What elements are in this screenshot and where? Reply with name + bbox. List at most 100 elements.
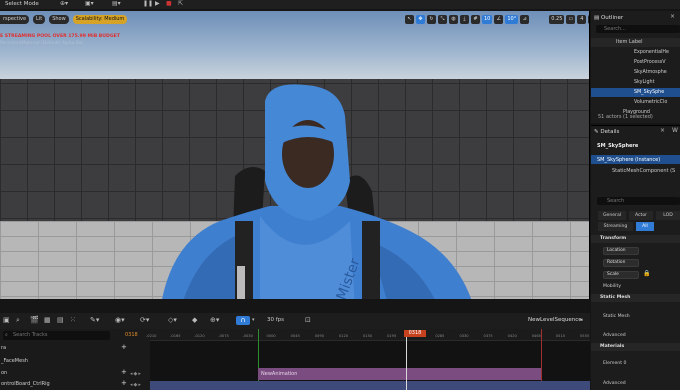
tick-label: 0150 bbox=[363, 334, 373, 338]
track-row[interactable]: ra bbox=[0, 343, 150, 354]
key-nav-icon[interactable]: ◂◆▸ bbox=[130, 371, 142, 377]
animation-section[interactable]: NewAnimation bbox=[258, 368, 541, 380]
cinematics-icon[interactable]: ▤▾ bbox=[112, 0, 121, 8]
scale-dropdown[interactable]: Scale bbox=[603, 271, 639, 279]
auto-key-icon[interactable]: ⊕▾ bbox=[210, 316, 219, 325]
surface-snap-icon[interactable]: ⤓ bbox=[460, 14, 469, 24]
key-icon[interactable]: ◇▾ bbox=[168, 316, 177, 325]
current-frame[interactable]: 0318 bbox=[125, 332, 138, 338]
rotate-icon[interactable]: ↻ bbox=[427, 14, 436, 24]
category-general[interactable]: General bbox=[598, 211, 626, 220]
outliner-item[interactable]: SM_SkySphe bbox=[591, 88, 680, 97]
rotation-dropdown[interactable]: Rotation bbox=[603, 259, 639, 267]
lit-button[interactable]: Lit bbox=[33, 14, 46, 24]
add-track-icon[interactable]: + bbox=[121, 343, 127, 351]
close-icon[interactable]: × bbox=[670, 13, 675, 20]
details-tab[interactable]: ✎ Details bbox=[594, 127, 619, 137]
materials-section[interactable]: Materials bbox=[591, 343, 680, 351]
advanced-toggle[interactable]: Advanced bbox=[603, 333, 626, 338]
control-rig-section[interactable] bbox=[150, 381, 590, 390]
world-icon[interactable]: ◍ bbox=[449, 14, 458, 24]
clapper-icon[interactable]: 🎬 bbox=[30, 316, 39, 325]
save-icon[interactable]: ▣ bbox=[3, 316, 10, 325]
instance-label: SM_SkySphere (Instance) bbox=[597, 157, 661, 163]
show-button[interactable]: Show bbox=[49, 14, 69, 24]
component-label[interactable]: StaticMeshComponent (S bbox=[612, 168, 675, 174]
playback-icon[interactable]: ⟳▾ bbox=[140, 316, 149, 325]
scale-size-value[interactable]: 0.25 bbox=[549, 14, 565, 24]
track-row[interactable]: _FaceMesh bbox=[0, 356, 150, 367]
perspective-button[interactable]: rspective bbox=[0, 14, 30, 24]
grid-size-value[interactable]: 10 bbox=[482, 14, 493, 24]
category-all[interactable]: All bbox=[636, 222, 654, 231]
add-key-icon[interactable]: ◆ bbox=[192, 316, 197, 325]
render-icon[interactable]: ▦ bbox=[44, 316, 51, 325]
playhead-line[interactable] bbox=[406, 337, 407, 390]
outliner-tab[interactable]: ▤ Outliner bbox=[594, 13, 623, 23]
camera-icon[interactable]: ▤ bbox=[57, 316, 64, 325]
actor-name[interactable]: SM_SkySphere bbox=[597, 143, 638, 149]
fps-dropdown[interactable]: 30 fps bbox=[267, 316, 284, 325]
location-dropdown[interactable]: Location bbox=[603, 247, 639, 255]
view-icon[interactable]: ◉▾ bbox=[115, 316, 125, 325]
seq-options-icon[interactable]: ◂ bbox=[580, 316, 583, 325]
snap-icon[interactable]: ∩ bbox=[236, 316, 250, 325]
key-nav-icon[interactable]: ◂◆▸ bbox=[130, 382, 142, 388]
settings-icon[interactable]: ⊡ bbox=[305, 316, 311, 325]
track-row[interactable]: ontrolBoard_CtrlRig bbox=[0, 379, 150, 390]
mobility-label: Mobility bbox=[603, 284, 622, 289]
blueprint-icon[interactable]: ▣▾ bbox=[85, 0, 94, 8]
angle-snap-icon[interactable]: ∠ bbox=[494, 14, 504, 24]
track-search-input[interactable]: Search Tracks bbox=[3, 331, 110, 340]
category-streaming[interactable]: Streaming bbox=[598, 222, 633, 231]
track-row[interactable]: on bbox=[0, 368, 150, 379]
transform-section[interactable]: Transform bbox=[591, 235, 680, 243]
tick-label: 0330 bbox=[459, 334, 469, 338]
outliner-item[interactable]: VolumetricClo bbox=[591, 98, 680, 107]
play-icon[interactable]: ▶ bbox=[155, 0, 160, 8]
category-lod[interactable]: LOD bbox=[656, 211, 680, 220]
category-actor[interactable]: Actor bbox=[629, 211, 653, 220]
close-icon[interactable]: × bbox=[660, 127, 665, 134]
eject-icon[interactable]: ⇱ bbox=[178, 0, 183, 8]
tick-label: -0030 bbox=[242, 334, 253, 338]
tick-label: -0165 bbox=[170, 334, 181, 338]
pause-icon[interactable]: ❚❚ bbox=[143, 0, 153, 8]
outliner-item[interactable]: PostProcessV bbox=[591, 58, 680, 67]
snap-dropdown-icon[interactable]: ▾ bbox=[252, 316, 255, 325]
outliner-column-header[interactable]: Item Label bbox=[591, 38, 680, 47]
outliner-item[interactable]: SkyLight bbox=[591, 78, 680, 87]
scalability-button[interactable]: Scalability: Medium bbox=[72, 14, 128, 24]
translate-icon[interactable]: ✥ bbox=[416, 14, 425, 24]
outliner-item[interactable]: ExponentialHe bbox=[591, 48, 680, 57]
level-viewport[interactable]: Mister rspective Lit Show Scalability: M… bbox=[0, 11, 590, 299]
scale-snap-icon[interactable]: ⊿ bbox=[520, 14, 530, 24]
lock-icon[interactable]: 🔒 bbox=[643, 270, 650, 277]
details-search-input[interactable]: Search bbox=[597, 197, 680, 205]
outliner-item[interactable]: SkyAtmosphe bbox=[591, 68, 680, 77]
angle-size-value[interactable]: 10° bbox=[505, 14, 519, 24]
find-icon[interactable]: ⌕ bbox=[16, 316, 20, 325]
stop-icon[interactable]: ■ bbox=[166, 0, 172, 8]
camera-speed-icon[interactable]: ▭ bbox=[566, 14, 576, 24]
tools-icon[interactable]: ✎▾ bbox=[90, 316, 99, 325]
select-icon[interactable]: ↖ bbox=[405, 14, 414, 24]
outliner-item-label: SkyLight bbox=[634, 80, 655, 85]
add-track-icon[interactable]: + bbox=[121, 368, 127, 376]
grid-snap-icon[interactable]: # bbox=[471, 14, 480, 24]
select-mode-dropdown[interactable]: Select Mode bbox=[2, 0, 42, 8]
grid-icon[interactable]: ⁙ bbox=[70, 316, 76, 325]
camera-speed-value[interactable]: 4 bbox=[577, 14, 587, 24]
add-actor-icon[interactable]: ⊕▾ bbox=[60, 0, 68, 8]
outliner-item-label: VolumetricClo bbox=[634, 100, 668, 105]
outliner-search-input[interactable]: Search... bbox=[596, 25, 680, 33]
world-settings-icon[interactable]: W bbox=[672, 127, 678, 134]
add-track-icon[interactable]: + bbox=[121, 379, 127, 387]
scale-icon[interactable]: ⤡ bbox=[438, 14, 447, 24]
metahuman-character[interactable]: Mister bbox=[140, 71, 500, 299]
maximize-icon[interactable]: ⧉ bbox=[588, 14, 589, 24]
playhead-frame[interactable]: 0318 bbox=[404, 330, 426, 337]
static-mesh-section[interactable]: Static Mesh bbox=[591, 294, 680, 302]
tick-label: 0000 bbox=[266, 334, 276, 338]
advanced-toggle[interactable]: Advanced bbox=[603, 381, 626, 386]
